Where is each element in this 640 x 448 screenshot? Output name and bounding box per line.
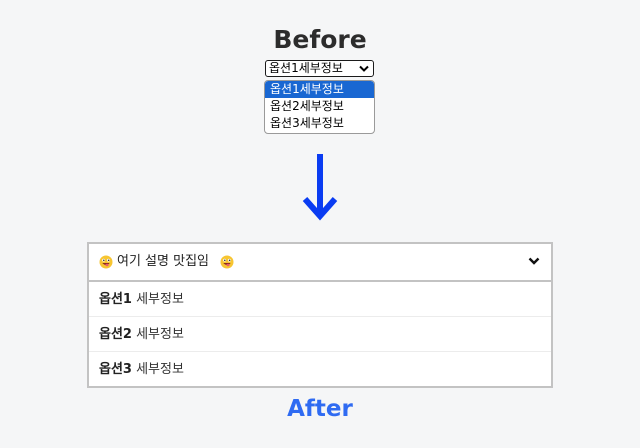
grinning-tongue-emoji-icon	[220, 255, 234, 269]
native-dropdown-list: 옵션1세부정보 옵션2세부정보 옵션3세부정보	[264, 80, 375, 134]
custom-option[interactable]: 옵션1 세부정보	[89, 282, 551, 317]
grinning-tongue-emoji-icon	[99, 255, 113, 269]
native-select-value: 옵션1세부정보	[269, 61, 343, 75]
comparison-stage: Before 옵션1세부정보 옵션1세부정보 옵션2세부정보 옵션3세부정보 여…	[0, 0, 640, 448]
option-detail: 세부정보	[131, 362, 184, 377]
arrow-down-icon	[302, 154, 338, 221]
chevron-down-icon	[359, 65, 369, 72]
after-heading: After	[287, 396, 353, 422]
custom-select: 여기 설명 맛집임 옵션1 세부정보 옵션2 세부정보 옵션3 세부정보	[87, 242, 553, 388]
chevron-down-icon[interactable]	[528, 256, 540, 266]
native-select[interactable]: 옵션1세부정보	[265, 60, 374, 77]
native-option[interactable]: 옵션1세부정보	[265, 81, 374, 98]
option-title: 옵션2	[99, 327, 132, 342]
custom-option[interactable]: 옵션3 세부정보	[89, 352, 551, 387]
custom-select-header[interactable]: 여기 설명 맛집임	[89, 244, 551, 282]
option-detail: 세부정보	[131, 292, 184, 307]
native-option[interactable]: 옵션2세부정보	[265, 98, 374, 115]
option-title: 옵션3	[99, 362, 132, 377]
custom-select-label: 여기 설명 맛집임	[117, 254, 209, 269]
custom-option[interactable]: 옵션2 세부정보	[89, 317, 551, 352]
option-title: 옵션1	[99, 292, 132, 307]
option-detail: 세부정보	[131, 327, 184, 342]
before-heading: Before	[273, 25, 367, 54]
native-option[interactable]: 옵션3세부정보	[265, 115, 374, 132]
